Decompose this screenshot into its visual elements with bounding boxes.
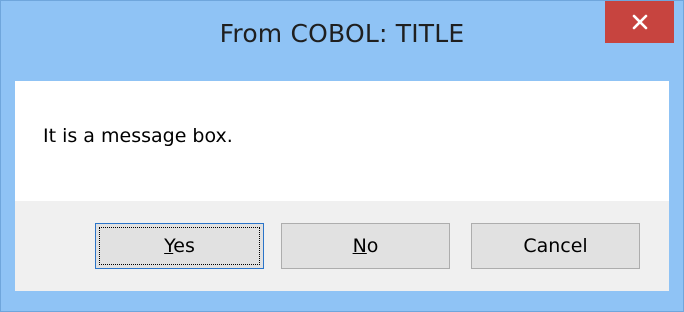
yes-label-rest: es — [173, 235, 195, 257]
cancel-button-label: Cancel — [523, 235, 588, 257]
yes-button[interactable]: Yes — [95, 223, 264, 269]
title-bar[interactable]: From COBOL: TITLE — [1, 1, 683, 81]
no-label-rest: o — [366, 235, 379, 257]
yes-mnemonic: Y — [164, 235, 174, 257]
no-mnemonic: N — [352, 235, 367, 257]
message-box-window: From COBOL: TITLE It is a message box. Y… — [0, 0, 684, 312]
no-button-label: No — [353, 235, 379, 257]
dialog-content: It is a message box. Yes No Cancel — [15, 81, 669, 291]
message-text: It is a message box. — [43, 125, 233, 147]
cancel-button[interactable]: Cancel — [471, 223, 640, 269]
message-area: It is a message box. — [15, 81, 669, 201]
no-button[interactable]: No — [281, 223, 450, 269]
close-button[interactable] — [605, 1, 674, 43]
close-icon — [632, 14, 648, 30]
button-bar: Yes No Cancel — [15, 201, 669, 291]
yes-button-label: Yes — [164, 235, 195, 257]
window-title: From COBOL: TITLE — [219, 19, 465, 48]
